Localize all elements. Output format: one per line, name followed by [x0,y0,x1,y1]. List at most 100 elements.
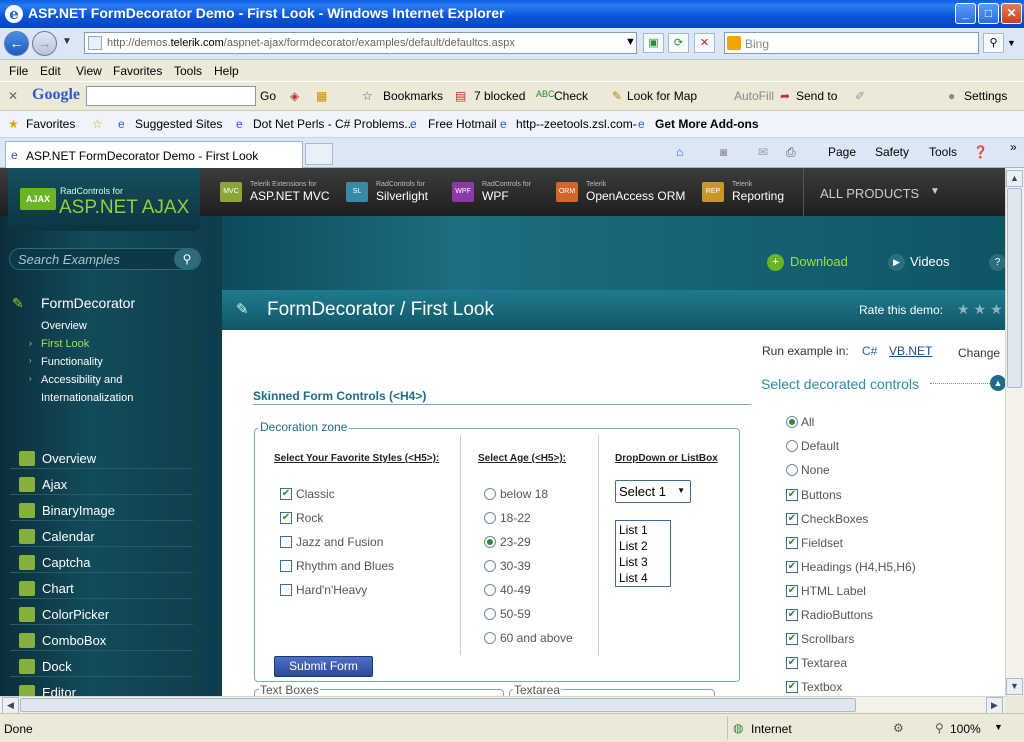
submit-form-button[interactable]: Submit Form [274,656,373,677]
filter-checkbox-2[interactable]: ✔ [786,537,798,549]
checkbox-3[interactable] [280,560,292,572]
menu-favorites[interactable]: Favorites [113,64,162,78]
refresh-icon[interactable]: ⟳ [668,33,689,53]
run-vb-link[interactable]: VB.NET [889,344,932,358]
radio-age-0[interactable] [484,488,496,500]
address-dropdown-icon[interactable]: ▼ [620,33,641,53]
autofill-button[interactable]: AutoFill [734,89,774,103]
highlight-icon[interactable]: ✐ [855,89,865,103]
stop-icon[interactable]: ✕ [694,33,715,53]
radio-age-6[interactable] [484,632,496,644]
radio-age-1[interactable] [484,512,496,524]
go-button[interactable]: Go [260,89,276,103]
h-scroll-thumb[interactable] [20,698,856,712]
control-captcha[interactable]: Captcha [42,555,90,570]
videos-link[interactable]: Videos [910,254,950,269]
menu-tools[interactable]: Tools [174,64,202,78]
radio-age-4[interactable] [484,584,496,596]
collapse-icon[interactable]: ▲ [990,375,1005,391]
product-sl[interactable]: SL RadControls for Silverlight [346,180,428,203]
control-ajax[interactable]: Ajax [42,477,67,492]
list-item[interactable]: List 2 [619,538,670,554]
add-favorites-icon[interactable]: ☆ [92,117,103,131]
tools-menu[interactable]: Tools [929,145,957,159]
product-mvc[interactable]: MVC Telerik Extensions for ASP.NET MVC [220,180,330,203]
back-arrow-icon[interactable]: ← [4,31,29,56]
send-to-button[interactable]: Send to [796,89,837,103]
bookmarks-button[interactable]: Bookmarks [383,89,443,103]
control-dock[interactable]: Dock [42,659,72,674]
scroll-thumb[interactable] [1007,188,1022,388]
blocked-button[interactable]: 7 blocked [474,89,525,103]
search-icon[interactable]: ⚲ [174,249,200,269]
scroll-up-icon[interactable]: ▲ [1006,170,1023,187]
look-for-map-button[interactable]: Look for Map [627,89,697,103]
vertical-scrollbar[interactable]: ▲ ▼ [1005,168,1024,696]
filter-radio-default[interactable] [786,440,798,452]
checkbox-0[interactable]: ✔ [280,488,292,500]
radio-age-3[interactable] [484,560,496,572]
product-logo[interactable]: AJAX RadControls for ASP.NET AJAX [8,168,200,231]
safety-menu[interactable]: Safety [875,145,909,159]
mail-icon[interactable]: ✉ [758,145,768,159]
control-chart[interactable]: Chart [42,581,74,596]
minimize-button[interactable]: _ [955,3,976,24]
filter-radio-all[interactable] [786,416,798,428]
control-calendar[interactable]: Calendar [42,529,95,544]
print-icon[interactable]: ⎙ [786,145,796,160]
menu-help[interactable]: Help [214,64,239,78]
all-products-menu[interactable]: ALL PRODUCTS [820,186,919,201]
page-menu[interactable]: Page [828,145,856,159]
filter-checkbox-8[interactable]: ✔ [786,681,798,693]
control-combobox[interactable]: ComboBox [42,633,106,648]
listbox[interactable]: List 1 List 2 List 3 List 4 [615,520,671,587]
google-search-input[interactable] [86,86,256,106]
filter-checkbox-4[interactable]: ✔ [786,585,798,597]
filter-checkbox-5[interactable]: ✔ [786,609,798,621]
filter-checkbox-7[interactable]: ✔ [786,657,798,669]
run-cs-link[interactable]: C# [862,344,877,358]
search-examples-input[interactable]: Search Examples [9,248,201,270]
product-wpf[interactable]: WPF RadControls for WPF [452,180,531,203]
favorites-button[interactable]: Favorites [26,117,75,131]
zeetools-link[interactable]: http--zeetools.zsl.com- [516,117,637,131]
control-editor[interactable]: Editor [42,685,76,696]
list-item[interactable]: List 4 [619,570,670,586]
filter-checkbox-6[interactable]: ✔ [786,633,798,645]
more-commands-icon[interactable]: » [1010,140,1017,154]
scroll-left-icon[interactable]: ◀ [2,697,19,714]
nav-functionality[interactable]: Functionality [41,356,103,368]
menu-edit[interactable]: Edit [40,64,61,78]
zoom-level[interactable]: 100% [950,722,981,736]
search-input[interactable]: Bing [724,32,979,54]
product-orm[interactable]: ORM Telerik OpenAccess ORM [556,180,685,203]
filter-checkbox-1[interactable]: ✔ [786,513,798,525]
maximize-button[interactable]: □ [978,3,999,24]
radio-age-5[interactable] [484,608,496,620]
menu-file[interactable]: File [9,64,28,78]
scroll-right-icon[interactable]: ▶ [986,697,1003,714]
product-rep[interactable]: REP Telerik Reporting [702,180,784,203]
download-link[interactable]: Download [790,254,848,269]
radio-age-2[interactable] [484,536,496,548]
suggested-sites-link[interactable]: Suggested Sites [135,117,222,131]
list-item[interactable]: List 3 [619,554,670,570]
filter-checkbox-0[interactable]: ✔ [786,489,798,501]
list-item[interactable]: List 1 [619,522,670,538]
nav-overview[interactable]: Overview [41,320,87,332]
hotmail-link[interactable]: Free Hotmail [428,117,497,131]
tab-current[interactable]: e ASP.NET FormDecorator Demo - First Look [5,141,303,168]
home-icon[interactable]: ⌂ [676,145,683,159]
control-colorpicker[interactable]: ColorPicker [42,607,109,622]
menu-view[interactable]: View [76,64,102,78]
checkbox-1[interactable]: ✔ [280,512,292,524]
dotnetperls-link[interactable]: Dot Net Perls - C# Problems... [253,117,414,131]
nav-first-look[interactable]: First Look [41,338,89,350]
forward-arrow-icon[interactable]: → [32,31,57,56]
history-dropdown-icon[interactable]: ▼ [62,36,72,47]
check-button[interactable]: Check [554,89,588,103]
select-dropdown[interactable]: Select 1 ▼ [615,480,691,503]
nav-internationalization[interactable]: Internationalization [41,392,133,404]
zoom-dropdown-icon[interactable]: ▼ [994,722,1003,732]
close-button[interactable]: ✕ [1001,3,1022,24]
